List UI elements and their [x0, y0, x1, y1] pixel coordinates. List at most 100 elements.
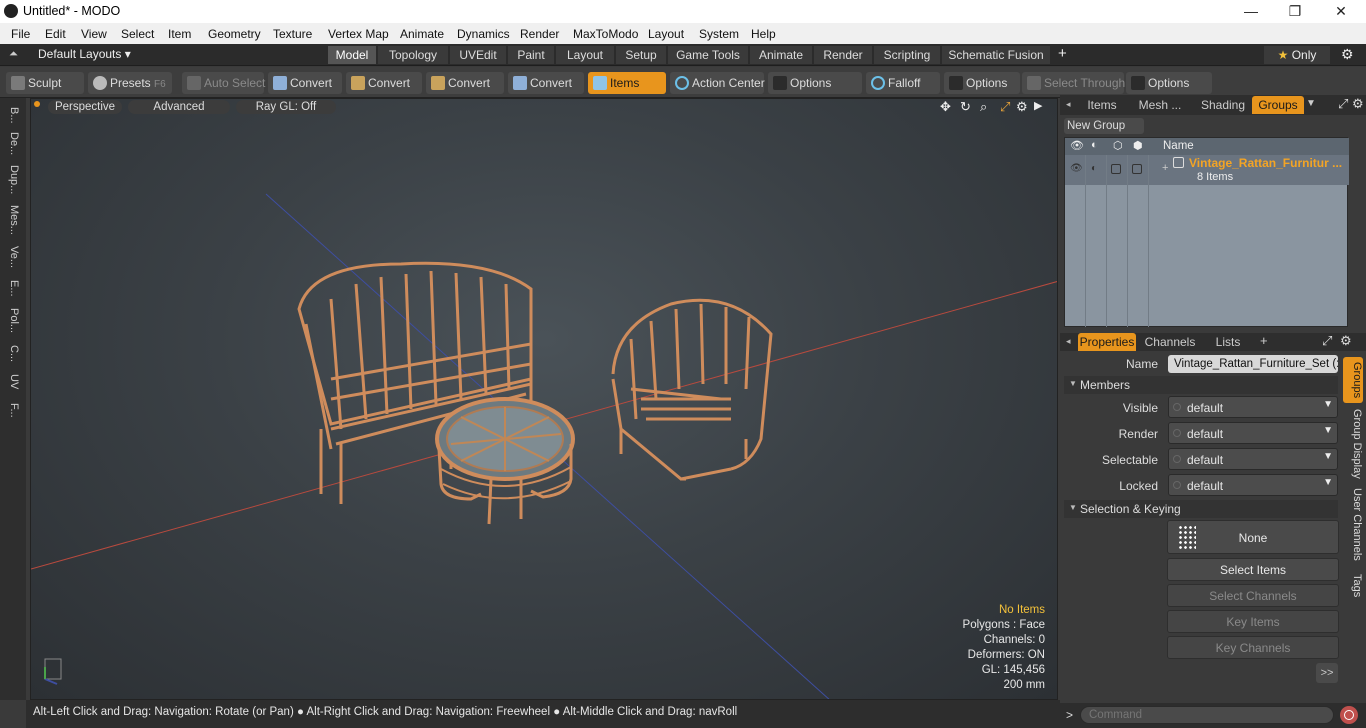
left-tab-edge[interactable]: E...	[4, 276, 20, 300]
more-button[interactable]: >>	[1316, 663, 1338, 683]
items-mode-button[interactable]: Items	[588, 72, 666, 94]
only-toggle[interactable]: ★ Only	[1264, 46, 1330, 64]
collapse-triangle-icon[interactable]: ▼	[1069, 503, 1077, 512]
tab-shading[interactable]: Shading	[1194, 96, 1252, 114]
key-channels-button[interactable]: Key Channels	[1167, 636, 1339, 659]
menu-layout[interactable]: Layout	[648, 27, 684, 41]
tab-channels[interactable]: Channels	[1142, 333, 1198, 351]
tab-mesh[interactable]: Mesh ...	[1130, 96, 1190, 114]
menu-vertex-map[interactable]: Vertex Map	[328, 27, 389, 41]
side-tab-user-channels[interactable]: User Channels	[1343, 487, 1363, 561]
menu-animate[interactable]: Animate	[400, 27, 444, 41]
left-tab-vertex[interactable]: Ve...	[4, 242, 20, 272]
viewport-settings-gear-icon[interactable]: ⚙	[1016, 99, 1028, 115]
fit-view-icon[interactable]: ⤢	[1000, 99, 1010, 115]
menu-item[interactable]: Item	[168, 27, 191, 41]
left-tab-duplicate[interactable]: Dup...	[4, 162, 20, 198]
convert-button-4[interactable]: Convert	[508, 72, 584, 94]
side-tab-tags[interactable]: Tags	[1343, 569, 1363, 603]
render-icon[interactable]: ◐	[1091, 139, 1098, 151]
row-lock-checkbox[interactable]	[1111, 164, 1121, 174]
side-tab-group-display[interactable]: Group Display	[1343, 407, 1363, 481]
left-tab-uv[interactable]: UV	[4, 370, 20, 394]
rotate-view-icon[interactable]: ↻	[960, 99, 971, 115]
tab-lists[interactable]: Lists	[1206, 333, 1250, 351]
falloff-button[interactable]: Falloff	[866, 72, 940, 94]
record-button[interactable]	[1340, 706, 1358, 724]
move-view-icon[interactable]: ✥	[940, 99, 951, 115]
tab-paint[interactable]: Paint	[508, 46, 554, 64]
selection-keying-section-header[interactable]: Selection & Keying	[1064, 500, 1338, 518]
render-dropdown[interactable]: default ▼	[1168, 422, 1338, 444]
3d-viewport[interactable]: No Items Polygons : Face Channels: 0 Def…	[30, 98, 1058, 700]
row-select-checkbox[interactable]	[1132, 164, 1142, 174]
tab-uvedit[interactable]: UVEdit	[450, 46, 506, 64]
select-icon[interactable]: ⬢	[1133, 139, 1143, 152]
menu-edit[interactable]: Edit	[45, 27, 66, 41]
select-items-button[interactable]: Select Items	[1167, 558, 1339, 581]
perspective-button[interactable]: Perspective	[48, 100, 122, 114]
menu-view[interactable]: View	[81, 27, 107, 41]
convert-button-1[interactable]: Convert	[268, 72, 342, 94]
expand-plus-icon[interactable]: +	[1162, 162, 1168, 174]
visibility-eye-icon[interactable]: 👁	[1070, 139, 1084, 152]
left-tab-deform[interactable]: De...	[4, 130, 20, 158]
convert-button-3[interactable]: Convert	[426, 72, 504, 94]
visible-dropdown[interactable]: default ▼	[1168, 396, 1338, 418]
menu-dynamics[interactable]: Dynamics	[457, 27, 510, 41]
tab-groups[interactable]: Groups	[1252, 96, 1304, 114]
zoom-view-icon[interactable]: ⌕	[980, 99, 987, 115]
lock-icon[interactable]: ⬡	[1113, 139, 1123, 152]
presets-button[interactable]: Presets F6	[88, 72, 172, 94]
panel-gear-icon[interactable]: ⚙	[1352, 96, 1364, 112]
command-input[interactable]	[1080, 706, 1334, 724]
side-tab-groups[interactable]: Groups	[1343, 357, 1363, 403]
tab-render[interactable]: Render	[814, 46, 872, 64]
left-tab-fusion[interactable]: F...	[4, 398, 20, 422]
panel-gear-icon[interactable]: ⚙	[1340, 333, 1352, 349]
left-tab-mesh[interactable]: Mes...	[4, 202, 20, 238]
viewport-menu-arrow-icon[interactable]: ▶	[1034, 99, 1042, 112]
options-button-2[interactable]: Options	[944, 72, 1020, 94]
menu-maxtomodo[interactable]: MaxToModo	[573, 27, 638, 41]
key-items-button[interactable]: Key Items	[1167, 610, 1339, 633]
menu-geometry[interactable]: Geometry	[208, 27, 261, 41]
collapse-triangle-icon[interactable]: ▼	[1069, 379, 1077, 388]
tab-scripting[interactable]: Scripting	[874, 46, 940, 64]
row-render-icon[interactable]: ◐	[1091, 163, 1097, 174]
select-channels-button[interactable]: Select Channels	[1167, 584, 1339, 607]
auto-select-button[interactable]: Auto Select	[182, 72, 265, 94]
menu-help[interactable]: Help	[751, 27, 776, 41]
menu-texture[interactable]: Texture	[273, 27, 312, 41]
restore-button[interactable]: ❐	[1272, 0, 1318, 23]
gear-icon[interactable]: ⚙	[1341, 46, 1354, 63]
left-tab-polygon[interactable]: Pol...	[4, 304, 20, 338]
layouts-arrow-icon[interactable]: ⏶	[9, 48, 18, 61]
tab-schematic-fusion[interactable]: Schematic Fusion	[942, 46, 1050, 64]
menu-select[interactable]: Select	[121, 27, 154, 41]
options-button-3[interactable]: Options	[1126, 72, 1212, 94]
tab-model[interactable]: Model	[328, 46, 376, 64]
select-through-button[interactable]: Select Through	[1022, 72, 1125, 94]
close-button[interactable]: ✕	[1318, 0, 1364, 23]
expand-panel-icon[interactable]: ⤢	[1322, 333, 1332, 349]
none-button[interactable]: None	[1167, 520, 1339, 554]
default-layouts-dropdown[interactable]: Default Layouts ▾	[38, 47, 131, 61]
add-layout-button[interactable]: +	[1058, 45, 1067, 62]
group-name-field[interactable]: Vintage_Rattan_Furniture_Set (:	[1168, 355, 1338, 373]
menu-render[interactable]: Render	[520, 27, 559, 41]
tab-animate[interactable]: Animate	[750, 46, 812, 64]
tab-game-tools[interactable]: Game Tools	[668, 46, 748, 64]
menu-system[interactable]: System	[699, 27, 739, 41]
tab-topology[interactable]: Topology	[378, 46, 448, 64]
members-section-header[interactable]: Members	[1064, 376, 1338, 394]
minimize-button[interactable]: —	[1228, 0, 1274, 23]
tab-overflow-chevron-icon[interactable]: ▼	[1306, 98, 1316, 109]
action-center-button[interactable]: Action Center	[670, 72, 765, 94]
options-button-1[interactable]: Options	[768, 72, 862, 94]
tab-layout[interactable]: Layout	[556, 46, 614, 64]
menu-file[interactable]: File	[11, 27, 30, 41]
group-row[interactable]: 👁 ◐ + Vintage_Rattan_Furnitur ... 8 Item…	[1065, 155, 1349, 185]
add-tab-button[interactable]: +	[1260, 333, 1268, 348]
locked-dropdown[interactable]: default ▼	[1168, 474, 1338, 496]
